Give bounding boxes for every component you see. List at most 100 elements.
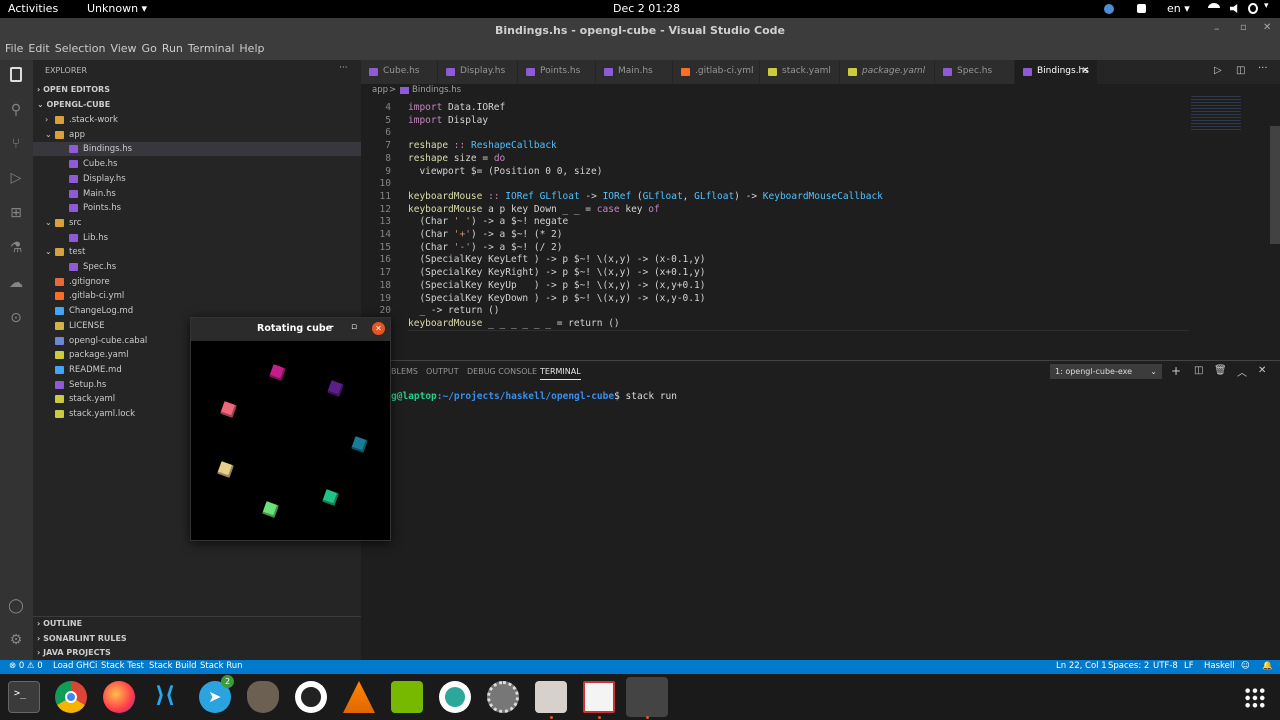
close-button[interactable]: ✕ — [1263, 22, 1271, 33]
tree-item[interactable]: Bindings.hs — [33, 142, 361, 157]
menu-help[interactable]: Help — [239, 42, 264, 55]
split-editor-icon[interactable]: ◫ — [1236, 65, 1245, 76]
code-editor[interactable]: 4 import Data.IORef 5 import Display 6 7 resha… — [361, 96, 1280, 346]
editor-tab[interactable]: Main.hs — [596, 60, 673, 84]
outline-section[interactable]: › OUTLINE — [37, 619, 82, 628]
app-menu[interactable]: Unknown ▾ — [87, 2, 147, 15]
power-icon[interactable] — [1248, 3, 1258, 14]
language-switcher[interactable]: en ▾ — [1167, 2, 1190, 15]
editor-scrollbar[interactable] — [1270, 126, 1280, 244]
editor-tab[interactable]: Display.hs — [438, 60, 518, 84]
cube-minimize-button[interactable]: – — [329, 321, 334, 332]
tree-item[interactable]: › .stack-work — [33, 113, 361, 127]
tree-item[interactable]: Points.hs — [33, 201, 361, 215]
testing-icon[interactable]: ⚗ — [8, 240, 24, 256]
active-window-icon[interactable] — [626, 677, 668, 717]
minimize-button[interactable]: – — [1214, 22, 1220, 35]
tree-item[interactable]: ChangeLog.md — [33, 304, 361, 318]
gimp-icon[interactable] — [247, 681, 279, 713]
menu-terminal[interactable]: Terminal — [188, 42, 235, 55]
editor-tab[interactable]: .gitlab-ci.yml — [673, 60, 760, 84]
editor-tab[interactable]: Spec.hs — [935, 60, 1015, 84]
explorer-icon[interactable] — [10, 67, 22, 82]
volume-icon[interactable] — [1230, 4, 1238, 13]
run-file-icon[interactable]: ▷ — [1214, 65, 1222, 76]
menu-selection[interactable]: Selection — [55, 42, 106, 55]
tray-app-icon[interactable] — [1104, 4, 1114, 14]
new-terminal-icon[interactable]: + — [1171, 364, 1181, 378]
clipboard-icon[interactable] — [1137, 4, 1146, 13]
clock[interactable]: Dec 2 01:28 — [613, 2, 680, 15]
stack-test-button[interactable]: Stack Test — [101, 661, 144, 671]
remote-icon[interactable] — [439, 681, 471, 713]
maximize-panel-icon[interactable]: ︿ — [1237, 364, 1247, 379]
load-ghci-button[interactable]: Load GHCi — [53, 661, 97, 671]
terminal-output[interactable]: g@laptop:~/projects/haskell/opengl-cube$… — [391, 391, 677, 402]
tree-item[interactable]: Display.hs — [33, 172, 361, 186]
search-icon[interactable]: ⚲ — [8, 102, 24, 118]
breadcrumb-folder[interactable]: app — [372, 85, 388, 95]
language-mode[interactable]: Haskell — [1204, 661, 1235, 671]
cube-maximize-button[interactable]: ▫ — [351, 322, 357, 332]
editor-more-icon[interactable]: ··· — [1258, 63, 1268, 74]
vlc-icon[interactable] — [343, 681, 375, 713]
editor-tab[interactable]: stack.yaml — [760, 60, 840, 84]
split-terminal-icon[interactable]: ◫ — [1194, 365, 1203, 376]
menu-edit[interactable]: Edit — [28, 42, 49, 55]
nvidia-icon[interactable] — [391, 681, 423, 713]
files-icon[interactable] — [535, 681, 567, 713]
activities-button[interactable]: Activities — [8, 2, 58, 15]
menu-view[interactable]: View — [110, 42, 136, 55]
open-editors-section[interactable]: › OPEN EDITORS — [37, 85, 110, 94]
tab-output[interactable]: OUTPUT — [426, 367, 459, 376]
tree-item[interactable]: .gitignore — [33, 275, 361, 289]
close-panel-icon[interactable]: ✕ — [1258, 365, 1266, 376]
java-projects-section[interactable]: › JAVA PROJECTS — [37, 648, 111, 657]
chrome-icon[interactable] — [55, 681, 87, 713]
editor-tab[interactable]: Cube.hs — [361, 60, 438, 84]
tab-debug-console[interactable]: DEBUG CONSOLE — [467, 367, 537, 376]
settings-icon[interactable] — [487, 681, 519, 713]
system-menu-arrow[interactable]: ▾ — [1264, 1, 1269, 11]
source-control-icon[interactable]: ⑂ — [8, 136, 24, 152]
project-section[interactable]: ⌄ OPENGL-CUBE — [37, 100, 110, 109]
extensions-icon[interactable]: ⊞ — [8, 205, 24, 221]
editor-tab[interactable]: Bindings.hs ✕ — [1015, 60, 1098, 84]
menu-file[interactable]: File — [5, 42, 23, 55]
cube-window-titlebar[interactable]: Rotating cube – ▫ ✕ — [191, 318, 390, 341]
tree-item[interactable]: ⌄ test — [33, 245, 361, 259]
feedback-icon[interactable]: ☺ — [1241, 661, 1250, 671]
firefox-icon[interactable] — [103, 681, 135, 713]
run-debug-icon[interactable]: ▷ — [8, 170, 24, 186]
manage-gear-icon[interactable]: ⚙ — [8, 632, 24, 648]
terminal-select[interactable]: 1: opengl-cube-exe ⌄ — [1050, 364, 1162, 379]
tree-item[interactable]: Spec.hs — [33, 260, 361, 274]
network-icon[interactable] — [1208, 3, 1220, 13]
gitlens-icon[interactable]: ⊙ — [8, 310, 24, 326]
tab-problems[interactable]: BLEMS — [391, 367, 418, 376]
notifications-icon[interactable]: 🔔 — [1262, 661, 1273, 671]
tree-item[interactable]: Cube.hs — [33, 157, 361, 171]
more-actions-icon[interactable]: ··· — [339, 63, 348, 73]
tree-item[interactable]: ⌄ src — [33, 216, 361, 230]
eol[interactable]: LF — [1184, 661, 1194, 671]
menu-run[interactable]: Run — [162, 42, 183, 55]
terminal-icon[interactable]: >_ — [8, 681, 40, 713]
maximize-button[interactable]: ▫ — [1240, 22, 1247, 33]
cursor-position[interactable]: Ln 22, Col 1 — [1056, 661, 1107, 671]
trash-icon[interactable]: 🗑 — [1214, 365, 1227, 376]
minimap[interactable] — [1191, 96, 1241, 131]
problems-indicator[interactable]: ⊗ 0 ⚠ 0 — [9, 661, 43, 671]
rotating-cube-window[interactable]: Rotating cube – ▫ ✕ — [190, 317, 391, 541]
tree-item[interactable]: ⌄ app — [33, 128, 361, 142]
cube-close-button[interactable]: ✕ — [372, 322, 385, 335]
indentation[interactable]: Spaces: 2 — [1108, 661, 1149, 671]
close-tab-icon[interactable]: ✕ — [1081, 60, 1089, 82]
app-grid-icon[interactable] — [1244, 687, 1266, 709]
editor-icon[interactable] — [583, 681, 615, 713]
menu-go[interactable]: Go — [142, 42, 157, 55]
obs-icon[interactable] — [295, 681, 327, 713]
vscode-icon[interactable]: ⟩⟨ — [151, 681, 183, 713]
breadcrumb-file[interactable]: Bindings.hs — [412, 85, 461, 95]
tab-terminal[interactable]: TERMINAL — [540, 367, 581, 380]
